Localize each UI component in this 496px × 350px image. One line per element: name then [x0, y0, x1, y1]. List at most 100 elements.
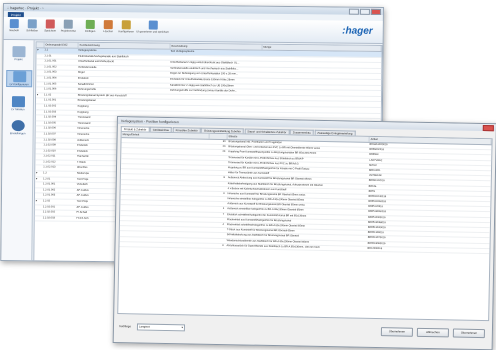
- expand-toggle[interactable]: [36, 132, 43, 137]
- quantity-field[interactable]: 30: [208, 140, 227, 145]
- toolbar-button-export[interactable]: Projekt EXIst: [60, 19, 77, 33]
- toolbar-button-delete[interactable]: Löschen: [100, 20, 117, 33]
- window-title: ∴ hagertec · Projekt · ∴: [6, 5, 45, 10]
- table-cell: Dehnungsmuffe zur Verbindung zweier Kanä…: [169, 88, 237, 93]
- table-cell: 1.1.02.012: [43, 160, 56, 164]
- ok-button[interactable]: Übernehmen: [452, 327, 485, 338]
- toolbar-button-save[interactable]: Speichern: [42, 19, 59, 33]
- toolbar-button-configure[interactable]: Konfigurieren: [118, 20, 135, 33]
- expand-toggle[interactable]: [36, 99, 43, 104]
- quantity-field[interactable]: 4: [207, 223, 226, 228]
- quantity-field[interactable]: [208, 155, 227, 160]
- window-controls: [348, 8, 381, 15]
- expand-toggle[interactable]: ▸: [35, 177, 42, 182]
- expand-toggle[interactable]: [35, 143, 42, 148]
- text-length-select[interactable]: Langtext ▾: [136, 322, 186, 331]
- table-cell: Endstück: [77, 76, 89, 80]
- quantity-field[interactable]: 3: [206, 243, 225, 248]
- table-cell: 1.1.02.002: [43, 104, 57, 108]
- quantity-field[interactable]: [208, 171, 227, 176]
- table-cell: 1.1.01: [44, 54, 52, 58]
- apply-button[interactable]: Übernehmen: [380, 326, 413, 337]
- grid-header-cell[interactable]: Kurzbezeichnung: [78, 42, 171, 49]
- expand-toggle[interactable]: [35, 160, 42, 165]
- toolbar-button-generate[interactable]: Ul generieren und speichern: [136, 20, 170, 34]
- table-cell: Text Verlegesysteme: [170, 49, 195, 54]
- table-cell: Kanalbrimmer: [77, 82, 95, 86]
- quantity-field[interactable]: 20: [208, 150, 227, 155]
- quantity-field[interactable]: [208, 166, 227, 171]
- quantity-field[interactable]: 7: [207, 212, 226, 217]
- table-cell: 1.2.01: [43, 177, 51, 181]
- expand-toggle[interactable]: [36, 60, 43, 65]
- delete-icon: [103, 20, 113, 30]
- expand-toggle[interactable]: [36, 121, 43, 126]
- table-cell: 1.1.02.013: [43, 165, 56, 170]
- quantity-field[interactable]: 4: [207, 207, 226, 212]
- expand-toggle[interactable]: [35, 205, 42, 210]
- toolbar-button-close[interactable]: Schließen: [24, 19, 41, 32]
- table-cell: Unterflurkanal estrichüberdeckt: [78, 59, 114, 64]
- expand-toggle[interactable]: [36, 76, 43, 81]
- quantity-field[interactable]: [207, 218, 226, 223]
- quantity-field[interactable]: [207, 197, 226, 202]
- quantity-field[interactable]: 3: [207, 192, 226, 197]
- article-grid: Menge/Einheit Etikette Artikel 30 Brüstun…: [117, 131, 493, 322]
- cancel-button[interactable]: Abbrechen: [416, 327, 449, 337]
- table-cell: Unterflurkanal 2-zügig estrichüberdeckt …: [170, 60, 240, 65]
- nav-item-projekt[interactable]: Projekt: [6, 46, 30, 61]
- expand-toggle[interactable]: [36, 71, 43, 76]
- ribbon-toolbar: Neubeln Schließen Speichern Projekt EXIs…: [3, 17, 383, 44]
- quantity-field[interactable]: [208, 186, 227, 191]
- quantity-field[interactable]: [207, 233, 226, 238]
- table-cell: 1.1.02.011: [43, 154, 56, 158]
- expand-toggle[interactable]: [36, 82, 43, 87]
- expand-toggle[interactable]: [36, 110, 43, 115]
- dialog-close-button[interactable]: [482, 124, 494, 131]
- toolbar-button-paste[interactable]: Einfügen: [82, 19, 99, 33]
- expand-toggle[interactable]: [36, 54, 43, 59]
- quantity-field[interactable]: [208, 161, 227, 166]
- expand-toggle[interactable]: [36, 65, 43, 70]
- hager-logo: :hager: [342, 25, 373, 37]
- expand-toggle[interactable]: [35, 183, 42, 188]
- quantity-field[interactable]: [207, 238, 226, 243]
- table-cell: 1.1.02.004: [43, 115, 57, 119]
- table-cell: Bogel zur Befestigung von Unterflurkanäl…: [170, 72, 239, 76]
- table-cell: Brüstungskanal: [77, 99, 96, 103]
- table-cell: Verlegesysteme: [78, 48, 97, 52]
- table-cell: 1.1.02.009: [43, 143, 56, 147]
- minimize-button[interactable]: [348, 8, 359, 15]
- expand-toggle[interactable]: [35, 211, 42, 216]
- expand-toggle[interactable]: ▸: [36, 93, 43, 98]
- nav-item-lv-tabellen[interactable]: LV Tabellen: [6, 96, 30, 111]
- maximize-button[interactable]: [359, 8, 370, 15]
- quantity-field[interactable]: [208, 181, 227, 186]
- grid-header-cell[interactable]: Beschreibung: [170, 43, 263, 50]
- close-button[interactable]: [370, 8, 381, 15]
- nav-item-lv-konfigurieren[interactable]: LV Konfigurieren: [6, 70, 33, 88]
- quantity-field[interactable]: [207, 228, 226, 233]
- grid-header-cell: [36, 42, 45, 48]
- article-grid-body: 30 Brüstungskanal inkl. Fronthalter und T…: [119, 138, 492, 255]
- expand-toggle[interactable]: [35, 155, 42, 160]
- expand-toggle[interactable]: [35, 188, 42, 193]
- table-cell: 1.1.01.005: [44, 81, 57, 86]
- expand-toggle[interactable]: [36, 88, 43, 93]
- table-cell: 1.1: [44, 48, 49, 52]
- expand-toggle[interactable]: [36, 138, 43, 143]
- expand-toggle[interactable]: [35, 166, 42, 171]
- quantity-field[interactable]: [207, 202, 226, 207]
- grid-header-cell[interactable]: Ordnungszahl EOZ: [44, 42, 79, 48]
- toolbar-button-new[interactable]: Neubeln: [6, 19, 23, 32]
- tables-icon: [11, 96, 25, 108]
- table-cell: Verbindersstelle: [77, 65, 97, 69]
- expand-toggle[interactable]: ▸: [36, 48, 43, 53]
- expand-toggle[interactable]: ▸: [35, 199, 42, 204]
- quantity-field[interactable]: 8: [208, 176, 227, 181]
- nav-item-einstellungen[interactable]: Einstellungen: [6, 120, 30, 135]
- expand-toggle[interactable]: [36, 115, 43, 120]
- quantity-field[interactable]: 20: [208, 145, 227, 150]
- table-cell: 1.1.02.008: [43, 137, 56, 142]
- new-icon: [9, 19, 19, 29]
